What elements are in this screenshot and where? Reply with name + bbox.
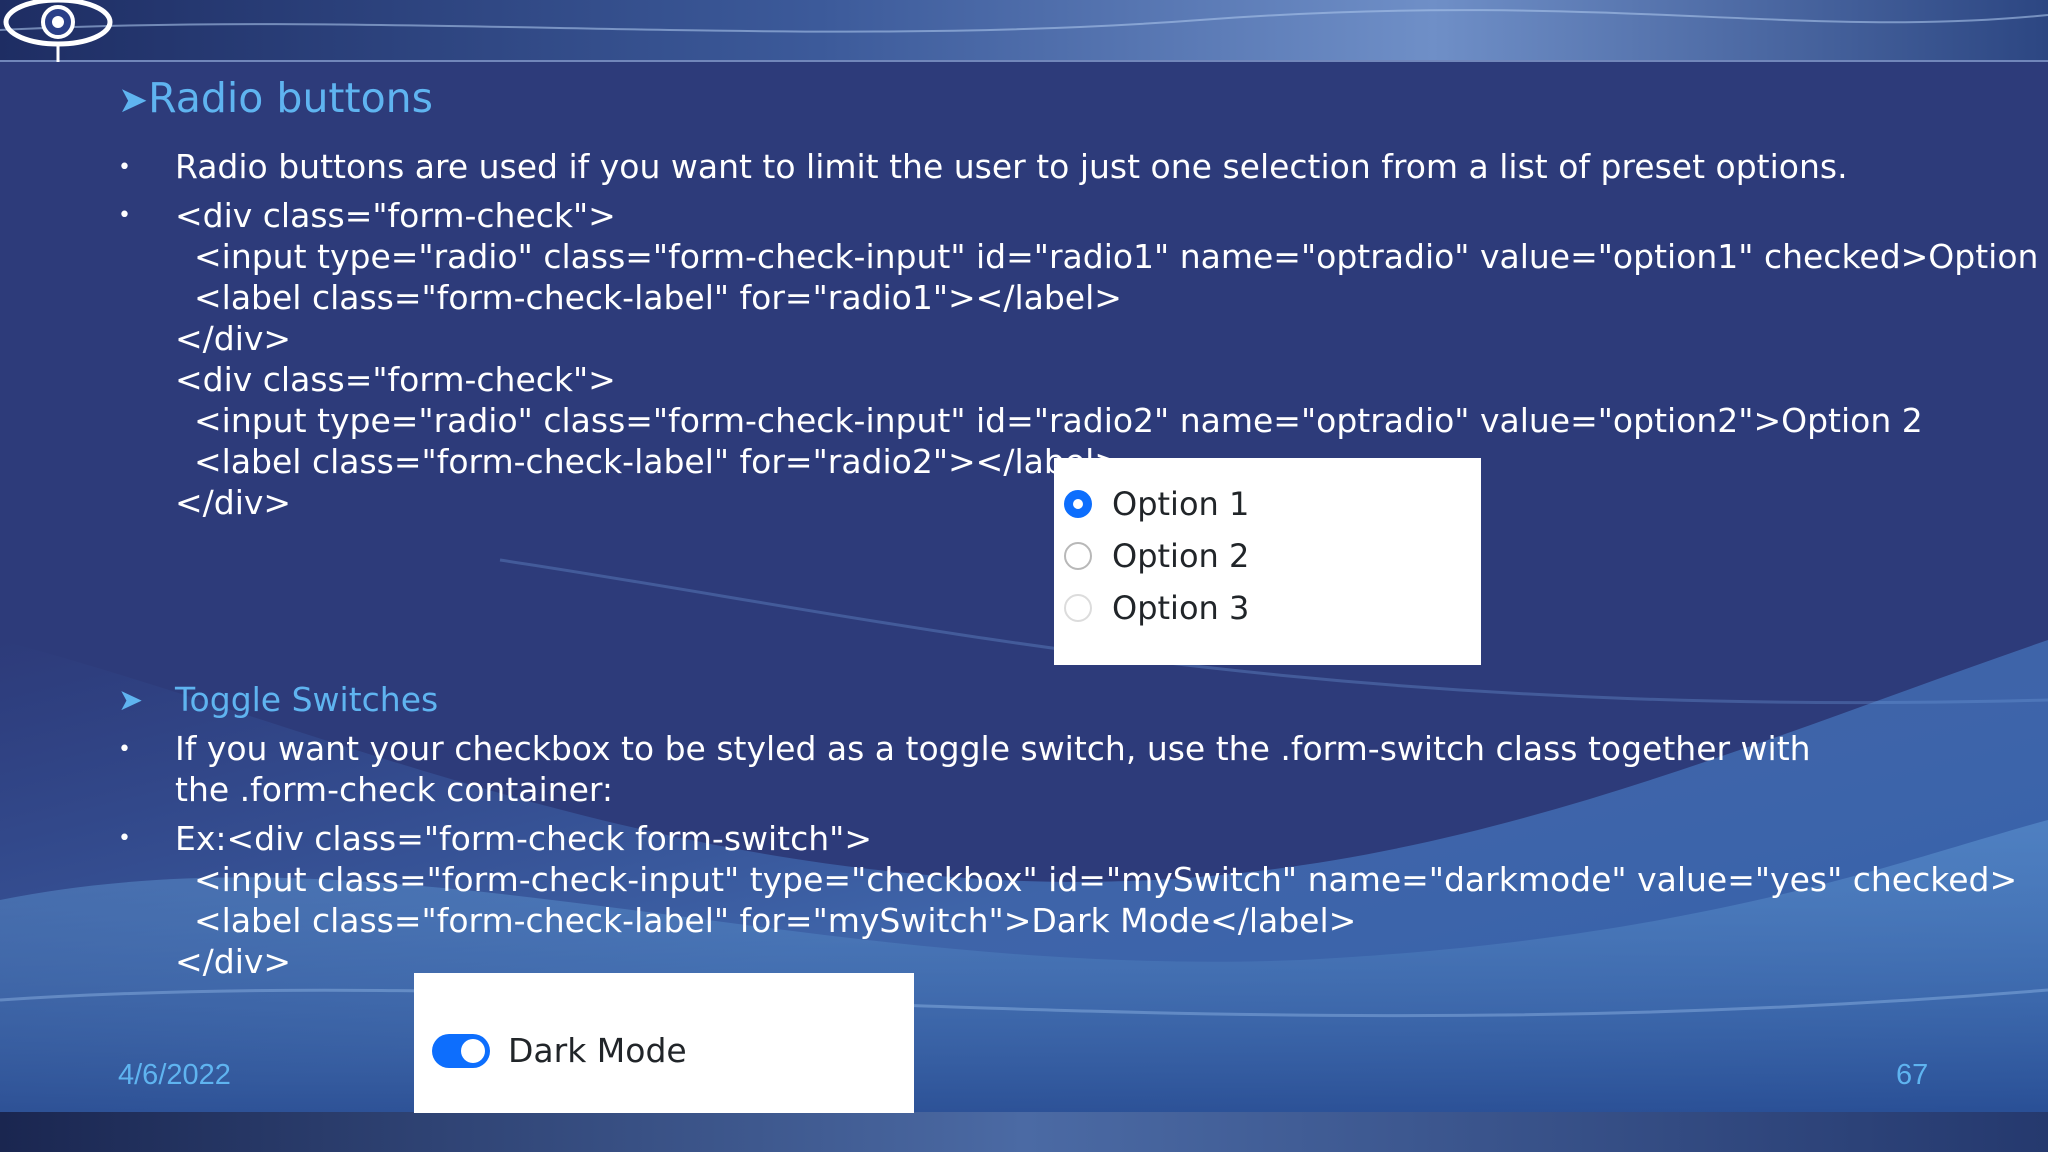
toggle-demo-panel: Dark Mode [414, 973, 914, 1113]
code-line-div-open: <div class="form-check"> [175, 196, 616, 235]
logo-eye-icon [3, 0, 113, 62]
bullet-dot-icon: • [118, 203, 131, 228]
code-line: <input type="radio" class="form-check-in… [194, 237, 2048, 276]
code-line: <label class="form-check-label" for="rad… [194, 278, 1122, 317]
slide-title: ➤Radio buttons [118, 74, 433, 122]
toggle-knob-icon [461, 1039, 485, 1063]
code-line: <input type="radio" class="form-check-in… [194, 401, 1923, 440]
radio-option-1[interactable]: Option 1 [1064, 484, 1249, 524]
radio-option-label: Option 1 [1112, 485, 1250, 523]
radio-option-label: Option 2 [1112, 537, 1250, 575]
arrow-bullet-icon: ➤ [118, 80, 149, 121]
bullet-text-toggle-description: If you want your checkbox to be styled a… [175, 729, 1811, 768]
slide-title-text: Radio buttons [148, 74, 434, 122]
radio-checked-icon[interactable] [1064, 490, 1092, 518]
code-line: </div> [175, 942, 292, 981]
radio-unchecked-icon[interactable] [1064, 542, 1092, 570]
radio-demo-panel: Option 1 Option 2 Option 3 [1054, 458, 1481, 665]
bullet-dot-icon: • [118, 737, 131, 762]
radio-option-3[interactable]: Option 3 [1064, 588, 1249, 628]
code-line: <label class="form-check-label" for="rad… [194, 442, 1122, 481]
code-line-example: Ex:<div class="form-check form-switch"> [175, 819, 873, 858]
slide-number: 67 [1896, 1059, 1929, 1091]
code-line: <input class="form-check-input" type="ch… [194, 860, 2018, 899]
code-line: </div> [175, 319, 292, 358]
code-line: <div class="form-check"> [175, 360, 616, 399]
arrow-bullet-icon: ➤ [118, 683, 144, 718]
radio-option-2[interactable]: Option 2 [1064, 536, 1249, 576]
dark-mode-label: Dark Mode [508, 1031, 687, 1070]
bullet-dot-icon: • [118, 826, 131, 851]
radio-option-label: Option 3 [1112, 589, 1250, 627]
bullet-dot-icon: • [118, 155, 131, 180]
code-line: <label class="form-check-label" for="myS… [194, 901, 1357, 940]
dark-mode-toggle[interactable] [432, 1034, 490, 1068]
radio-unchecked-icon[interactable] [1064, 594, 1092, 622]
bullet-text-toggle-description-cont: the .form-check container: [175, 770, 613, 809]
bullet-text-radio-description: Radio buttons are used if you want to li… [175, 147, 1848, 186]
code-line: </div> [175, 483, 292, 522]
slide-date: 4/6/2022 [118, 1059, 231, 1091]
section-subheading: Toggle Switches [175, 680, 439, 719]
